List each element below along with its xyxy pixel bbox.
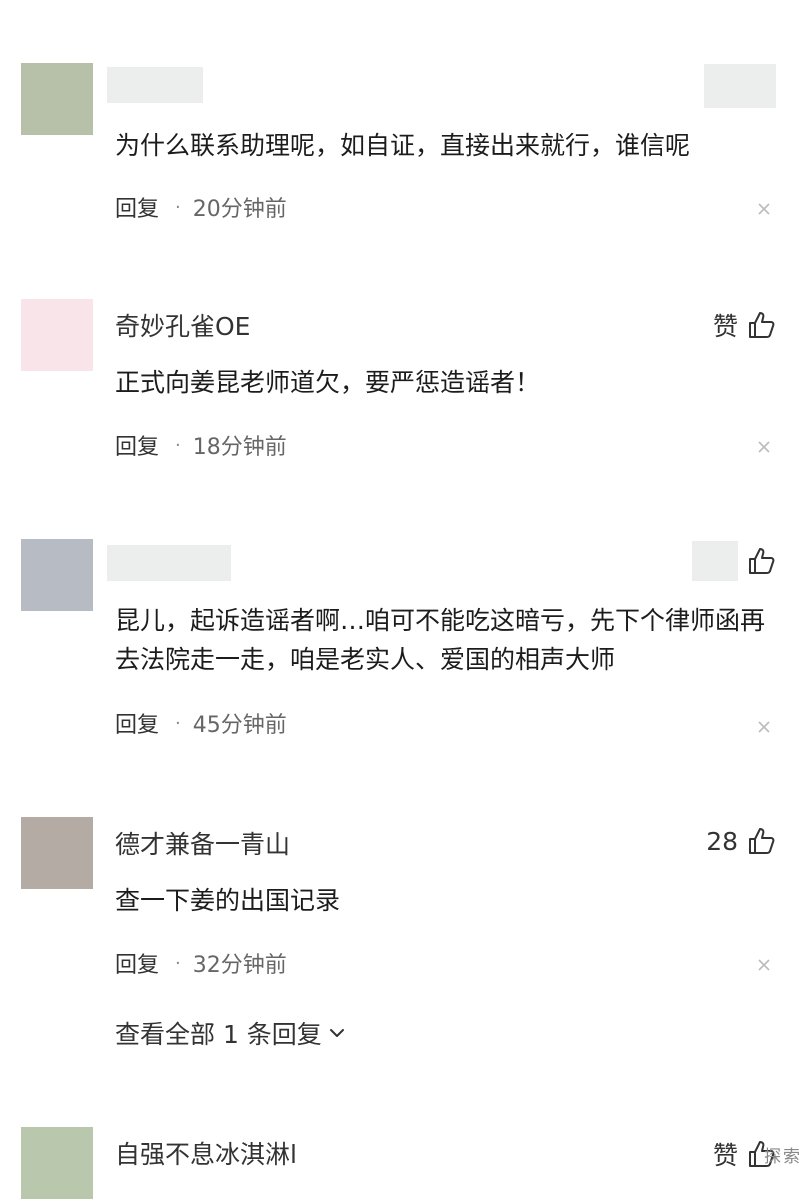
avatar[interactable] — [21, 817, 93, 889]
comment-meta: 回复 · 18分钟前 — [115, 429, 287, 461]
comment-text: 正式向姜昆老师道欠，要严惩造谣者！ — [115, 368, 541, 397]
view-all-replies-button[interactable]: 查看全部 1 条回复 — [115, 1015, 346, 1051]
thumbs-up-icon — [749, 312, 775, 338]
avatar[interactable] — [21, 539, 93, 611]
like-count: 28 — [706, 826, 738, 856]
chevron-down-icon — [329, 1029, 344, 1037]
close-icon[interactable] — [756, 957, 772, 973]
close-icon[interactable] — [756, 719, 772, 735]
username[interactable]: 自强不息冰淇淋l — [115, 1135, 297, 1171]
timestamp: 45分钟前 — [192, 713, 287, 738]
avatar[interactable] — [21, 1127, 93, 1199]
separator-dot: · — [175, 196, 181, 218]
like-redacted — [704, 64, 776, 108]
username[interactable]: 德才兼备一青山 — [115, 825, 290, 861]
separator-dot: · — [175, 952, 181, 974]
comment-meta: 回复 · 20分钟前 — [115, 191, 287, 223]
timestamp: 20分钟前 — [192, 197, 287, 222]
comment-text: 昆儿，起诉造谣者啊…咱可不能吃这暗亏，先下个律师函再去法院走一走，咱是老实人、爱… — [115, 606, 766, 674]
like-label: 赞 — [712, 312, 738, 341]
reply-button[interactable]: 回复 — [115, 947, 159, 979]
comment-text: 为什么联系助理呢，如自证，直接出来就行，谁信呢 — [115, 131, 691, 160]
close-icon[interactable] — [756, 439, 772, 455]
like-redacted — [692, 541, 738, 581]
comment-meta: 回复 · 45分钟前 — [115, 707, 287, 739]
reply-button[interactable]: 回复 — [115, 191, 159, 223]
username-redacted[interactable] — [107, 545, 231, 581]
like-button[interactable] — [704, 64, 776, 108]
thumbs-up-icon — [749, 548, 775, 574]
reply-button[interactable]: 回复 — [115, 429, 159, 461]
like-button[interactable]: 28 — [706, 826, 776, 856]
timestamp: 18分钟前 — [192, 435, 287, 460]
close-icon[interactable] — [756, 201, 772, 217]
avatar[interactable] — [21, 299, 93, 371]
separator-dot: · — [175, 434, 181, 456]
timestamp: 32分钟前 — [192, 953, 287, 978]
thumbs-up-icon — [749, 828, 775, 854]
watermark: 探索 — [764, 1147, 802, 1167]
reply-button[interactable]: 回复 — [115, 707, 159, 739]
username[interactable]: 奇妙孔雀OE — [115, 307, 250, 343]
like-button[interactable] — [692, 541, 776, 581]
username-redacted[interactable] — [107, 67, 203, 103]
separator-dot: · — [175, 712, 181, 734]
view-all-replies-label: 查看全部 1 条回复 — [115, 1020, 322, 1049]
avatar[interactable] — [21, 63, 93, 135]
comment-meta: 回复 · 32分钟前 — [115, 947, 287, 979]
like-label: 赞 — [712, 1141, 738, 1170]
comment-text: 查一下姜的出国记录 — [115, 886, 341, 915]
like-button[interactable]: 赞 — [713, 307, 776, 343]
